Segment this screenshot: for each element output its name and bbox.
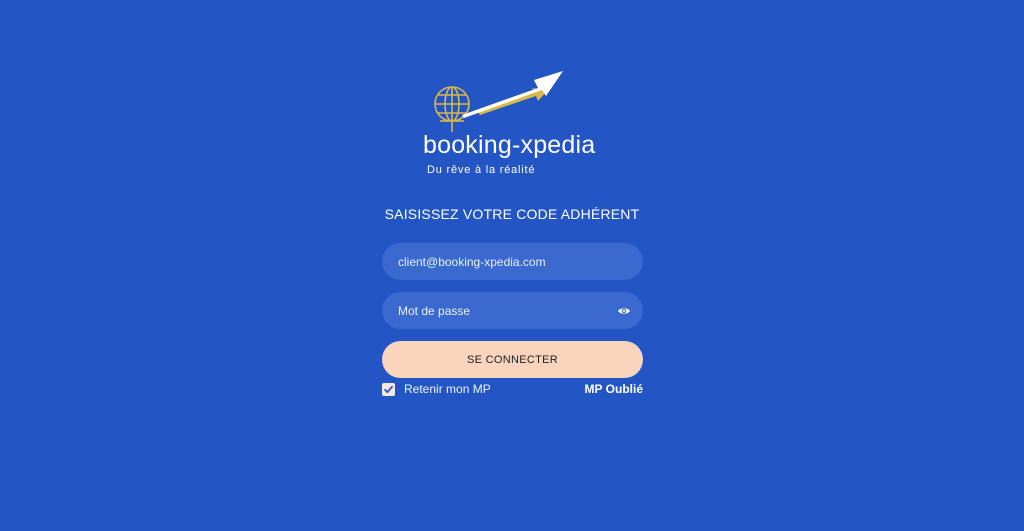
email-input[interactable] bbox=[398, 243, 608, 280]
brand-tagline: Du rêve à la réalité bbox=[427, 164, 536, 176]
connect-button[interactable]: SE CONNECTER bbox=[382, 341, 643, 378]
password-field[interactable] bbox=[382, 292, 643, 329]
email-field[interactable] bbox=[382, 243, 643, 280]
remember-checkbox[interactable] bbox=[382, 382, 395, 396]
password-input[interactable] bbox=[398, 292, 608, 329]
checkmark-icon bbox=[384, 385, 393, 393]
page-title: SAISISSEZ VOTRE CODE ADHÉRENT bbox=[384, 206, 640, 222]
globe-arrow-logo-icon bbox=[434, 71, 563, 132]
brand-name: booking-xpedia bbox=[423, 131, 596, 159]
remember-password: Retenir mon MP bbox=[382, 382, 491, 396]
eye-icon[interactable] bbox=[617, 304, 631, 318]
logo: booking-xpedia Du rêve à la réalité bbox=[418, 66, 608, 178]
forgot-password-link[interactable]: MP Oublié bbox=[585, 382, 643, 396]
remember-label: Retenir mon MP bbox=[404, 382, 491, 396]
